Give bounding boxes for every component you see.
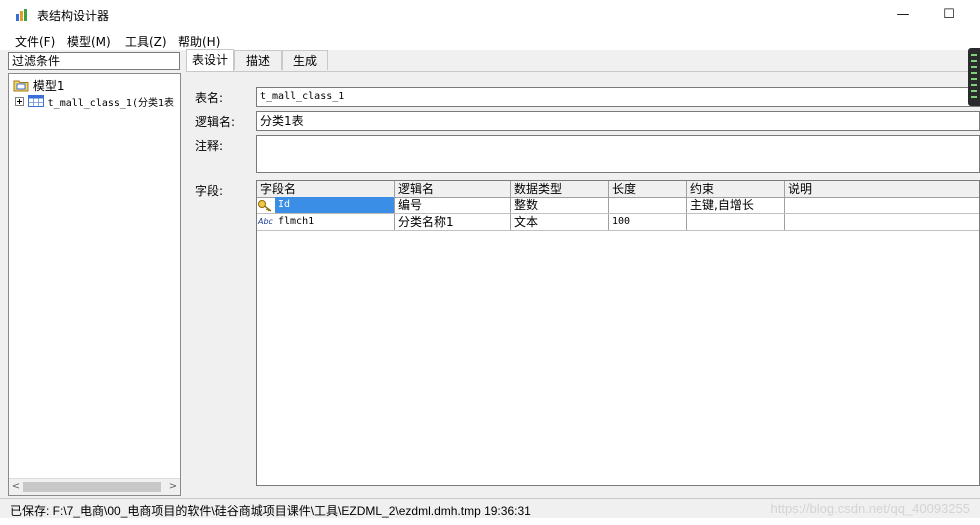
cell-length[interactable] [609, 197, 687, 213]
cell-field-name[interactable]: flmch1 [275, 214, 395, 230]
fields-label: 字段: [195, 184, 224, 198]
header-description[interactable]: 说明 [785, 181, 979, 197]
text-type-icon: Abc [258, 217, 273, 226]
logical-name-input[interactable]: 分类1表 [256, 111, 980, 131]
filter-input[interactable]: 过滤条件 [8, 52, 180, 70]
menu-model[interactable]: 模型(M) [67, 33, 111, 50]
table-name-input[interactable]: t_mall_class_1 [256, 87, 980, 107]
tab-generate[interactable]: 生成 [282, 50, 328, 70]
cell-data-type[interactable]: 文本 [511, 214, 609, 230]
cell-field-name[interactable]: Id [275, 197, 395, 213]
window-title: 表结构设计器 [37, 9, 110, 23]
cell-description[interactable] [785, 197, 979, 213]
minimize-button[interactable]: — [880, 0, 926, 30]
header-constraint[interactable]: 约束 [687, 181, 785, 197]
tree-child-label: t_mall_class_1(分类1表 [47, 98, 174, 109]
comment-textarea[interactable] [256, 135, 980, 173]
table-design-panel: 表名: t_mall_class_1 逻辑名: 分类1表 注释: 字段: 字段名… [186, 71, 980, 497]
key-icon [257, 197, 275, 213]
maximize-button[interactable]: ☐ [926, 0, 972, 30]
folder-icon [13, 80, 29, 92]
tab-table-design[interactable]: 表设计 [186, 49, 234, 71]
header-length[interactable]: 长度 [609, 181, 687, 197]
cell-data-type[interactable]: 整数 [511, 197, 609, 213]
app-icon [16, 9, 27, 21]
tree-horizontal-scrollbar[interactable]: < > [9, 478, 180, 495]
fields-grid[interactable]: 字段名 逻辑名 数据类型 长度 约束 说明 Id 编号 整数 主键,自增长 Ab… [256, 180, 980, 486]
cell-logical-name[interactable]: 分类名称1 [395, 214, 511, 230]
tree-item-model[interactable]: 模型1 [13, 77, 64, 93]
expand-icon[interactable] [15, 97, 24, 106]
header-field-name[interactable]: 字段名 [257, 181, 395, 197]
table-name-label: 表名: [195, 91, 224, 105]
header-logical-name[interactable]: 逻辑名 [395, 181, 511, 197]
designer-tabs: 表设计 描述 生成 [186, 49, 980, 72]
tree-item-table[interactable]: t_mall_class_1(分类1表 [15, 94, 174, 110]
logical-name-label: 逻辑名: [195, 115, 236, 129]
level-meter [968, 48, 980, 106]
menu-tools[interactable]: 工具(Z) [125, 33, 167, 50]
header-data-type[interactable]: 数据类型 [511, 181, 609, 197]
table-row[interactable]: Abc flmch1 分类名称1 文本 100 [257, 214, 979, 231]
menu-file[interactable]: 文件(F) [15, 33, 55, 50]
comment-label: 注释: [195, 139, 224, 153]
cell-constraint[interactable] [687, 214, 785, 230]
cell-description[interactable] [785, 214, 979, 230]
tree-root-label: 模型1 [32, 79, 65, 93]
title-bar: 表结构设计器 — ☐ [0, 0, 980, 30]
cell-constraint[interactable]: 主键,自增长 [687, 197, 785, 213]
scroll-left-icon[interactable]: < [10, 480, 22, 494]
cell-logical-name[interactable]: 编号 [395, 197, 511, 213]
table-icon [27, 95, 44, 107]
tab-description[interactable]: 描述 [234, 50, 282, 70]
scroll-right-icon[interactable]: > [167, 480, 179, 494]
menu-help[interactable]: 帮助(H) [178, 33, 220, 50]
status-text: 已保存: F:\7_电商\00_电商项目的软件\硅谷商城项目课件\工具\EZDM… [10, 504, 531, 518]
grid-header: 字段名 逻辑名 数据类型 长度 约束 说明 [257, 181, 979, 198]
scroll-thumb[interactable] [23, 482, 161, 492]
watermark: https://blog.csdn.net/qq_40093255 [770, 501, 971, 516]
bottom-strip [0, 518, 980, 525]
menu-bar: 文件(F) 模型(M) 工具(Z) 帮助(H) [0, 30, 980, 50]
status-bar: 已保存: F:\7_电商\00_电商项目的软件\硅谷商城项目课件\工具\EZDM… [0, 498, 980, 519]
cell-length[interactable]: 100 [609, 214, 687, 230]
model-tree[interactable]: 模型1 t_mall_class_1(分类1表 < > [8, 73, 181, 496]
table-row[interactable]: Id 编号 整数 主键,自增长 [257, 197, 979, 214]
